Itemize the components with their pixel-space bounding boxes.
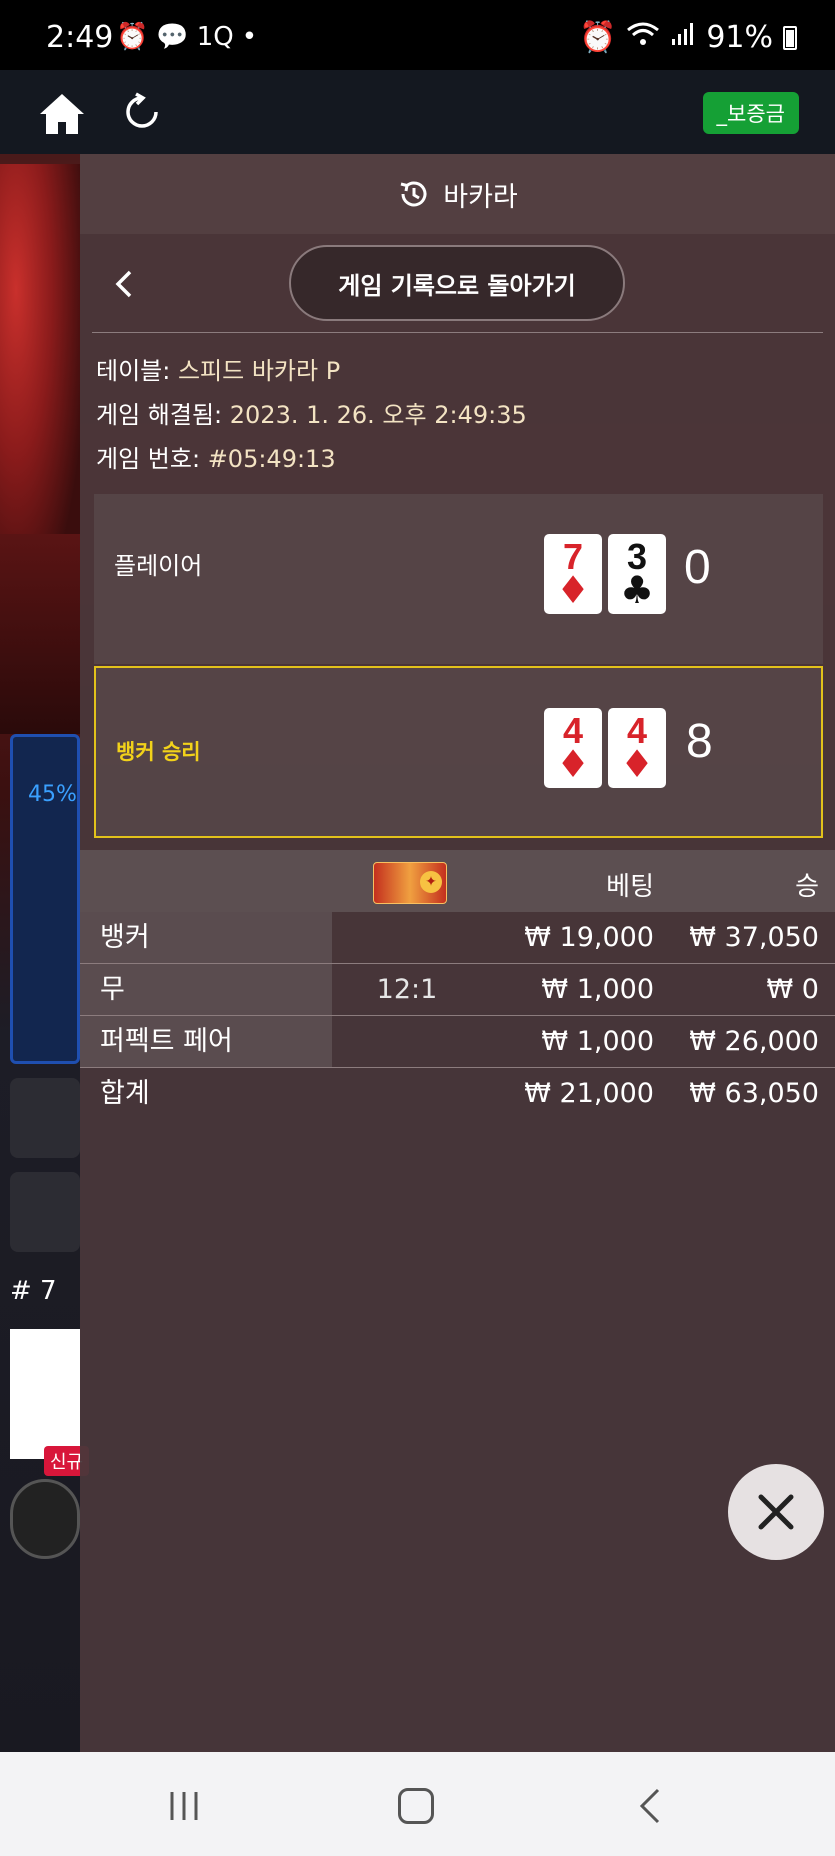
system-home-icon[interactable]	[398, 1788, 434, 1824]
bet-column-header: 베팅	[606, 872, 654, 902]
playing-card: 4 ♦	[544, 708, 602, 788]
chat-icon: 💬	[156, 22, 189, 52]
diamond-suit-icon: ♦	[555, 568, 591, 612]
dealer-video	[0, 164, 80, 584]
club-suit-icon: ♣	[619, 568, 655, 612]
close-icon	[758, 1494, 794, 1530]
panel-header: 바카라	[80, 154, 835, 234]
win-column-header: 승	[795, 872, 819, 902]
app-bar: _보증금	[0, 70, 835, 154]
battery-icon	[783, 25, 797, 50]
deposit-button[interactable]: _보증금	[702, 92, 799, 134]
win-amount: ₩ 37,050	[689, 922, 819, 953]
playing-card: 7 ♦	[544, 534, 602, 614]
win-amount: ₩ 26,000	[689, 1026, 819, 1057]
bead-road	[10, 1329, 80, 1459]
wifi-icon	[626, 20, 660, 55]
recents-icon[interactable]	[166, 1788, 202, 1824]
bet-row: 무 12:1 ₩ 1,000 ₩ 0	[80, 964, 835, 1016]
system-nav-bar	[0, 1752, 835, 1856]
diamond-suit-icon: ♦	[555, 742, 591, 786]
banker-score: 8	[686, 715, 713, 768]
round-number: # 7	[10, 1276, 57, 1306]
bet-table: 베팅 승 뱅커 ₩ 19,000 ₩ 37,050 무 12:1 ₩ 1,000…	[80, 850, 835, 1120]
resolved-value: 2023. 1. 26. 오후 2:49:35	[229, 401, 527, 429]
banker-hand: 뱅커 승리 4 ♦ 4 ♦ 8	[94, 666, 823, 838]
history-icon	[400, 181, 427, 207]
bet-amount: ₩ 19,000	[524, 922, 654, 953]
chip-button	[10, 1479, 80, 1559]
back-to-history-button[interactable]: 게임 기록으로 돌아가기	[289, 245, 625, 321]
alarm-icon: ⏰	[578, 20, 617, 55]
back-icon[interactable]	[110, 266, 138, 302]
alarm-icon: ⏰	[116, 22, 149, 52]
banker-winner-label: 뱅커 승리	[116, 740, 201, 764]
status-time: 2:49	[46, 20, 114, 55]
player-score: 0	[684, 541, 711, 594]
bet-spot-button	[10, 1172, 80, 1252]
app-badge-icon: 1Q	[196, 22, 234, 52]
bet-name: 뱅커	[80, 912, 332, 963]
status-right: ⏰ 91%	[579, 20, 797, 55]
playing-card: 4 ♦	[608, 708, 666, 788]
game-number-value: #05:49:13	[207, 445, 336, 473]
player-hand: 플레이어 7 ♦ 3 ♣ 0	[94, 494, 823, 664]
divider	[92, 332, 823, 333]
system-back-icon[interactable]	[636, 1786, 664, 1826]
game-number-label: 게임 번호:	[96, 445, 201, 473]
dot-icon: •	[241, 22, 258, 52]
bet-table-header: 베팅 승	[80, 850, 835, 912]
total-bet-amount: ₩ 21,000	[524, 1078, 654, 1109]
win-amount: ₩ 0	[766, 974, 819, 1005]
game-number-info: 게임 번호: #05:49:13	[96, 439, 336, 474]
signal-icon	[670, 20, 696, 55]
bet-name: 퍼펙트 페어	[80, 1016, 332, 1067]
status-left-icons: ⏰ 💬 1Q •	[116, 22, 257, 52]
table-video	[0, 534, 80, 734]
table-label: 테이블:	[96, 357, 171, 385]
bet-odds: 12:1	[376, 974, 438, 1005]
bet-spot-button	[10, 1078, 80, 1158]
history-detail-panel: 바카라 게임 기록으로 돌아가기 테이블: 스피드 바카라 P 게임 해결됨: …	[80, 154, 835, 1752]
bet-row: 뱅커 ₩ 19,000 ₩ 37,050	[80, 912, 835, 964]
total-row: 합계 ₩ 21,000 ₩ 63,050	[80, 1068, 835, 1120]
table-info: 테이블: 스피드 바카라 P	[96, 351, 340, 386]
close-button[interactable]	[728, 1464, 824, 1560]
bet-amount: ₩ 1,000	[541, 974, 654, 1005]
promo-banner-icon	[373, 862, 447, 904]
player-label: 플레이어	[114, 552, 203, 580]
bet-row: 퍼펙트 페어 ₩ 1,000 ₩ 26,000	[80, 1016, 835, 1068]
bet-amount: ₩ 1,000	[541, 1026, 654, 1057]
panel-title: 바카라	[443, 181, 518, 213]
refresh-icon[interactable]	[122, 92, 162, 132]
battery-percent: 91%	[706, 20, 773, 55]
playing-card: 3 ♣	[608, 534, 666, 614]
table-value: 스피드 바카라 P	[177, 357, 341, 385]
total-win-amount: ₩ 63,050	[689, 1078, 819, 1109]
status-bar: 2:49 ⏰ 💬 1Q • ⏰ 91%	[0, 0, 835, 70]
total-label: 합계	[100, 1078, 150, 1109]
bet-name: 무	[80, 964, 332, 1015]
home-icon[interactable]	[38, 92, 86, 136]
resolved-info: 게임 해결됨: 2023. 1. 26. 오후 2:49:35	[96, 395, 527, 430]
diamond-suit-icon: ♦	[619, 742, 655, 786]
resolved-label: 게임 해결됨:	[96, 401, 223, 429]
bet-percent: 45%	[28, 782, 77, 807]
